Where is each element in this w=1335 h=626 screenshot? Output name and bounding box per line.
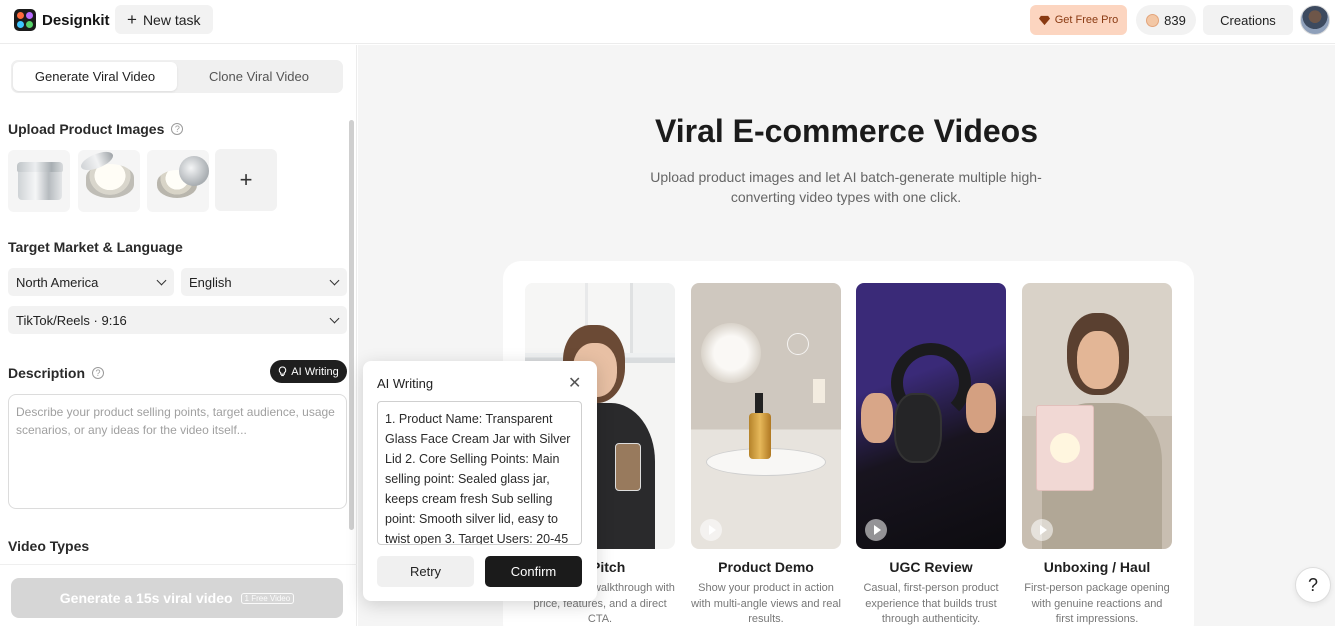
video-card-ugc-review[interactable]: UGC Review Casual, first-person product … <box>856 283 1006 626</box>
upload-section-title: Upload Product Images ? <box>8 121 184 137</box>
diamond-icon <box>1038 15 1050 25</box>
unboxing-preview <box>1022 283 1172 549</box>
product-image-thumbnail[interactable] <box>8 150 70 212</box>
page-subtitle: Upload product images and let AI batch-g… <box>650 169 1042 205</box>
description-section-title: Description ? <box>8 365 105 381</box>
bulb-icon <box>279 366 287 377</box>
language-select[interactable]: English <box>181 268 347 296</box>
avatar[interactable] <box>1300 5 1330 35</box>
upload-title-label: Upload Product Images <box>8 121 165 137</box>
ugc-review-preview <box>856 283 1006 549</box>
ai-writing-textarea[interactable]: 1. Product Name: Transparent Glass Face … <box>377 401 582 545</box>
brand-name: Designkit <box>42 11 110 29</box>
new-task-label: New task <box>142 11 201 28</box>
cream-jar-image <box>157 156 209 198</box>
get-free-pro-button[interactable]: Get Free Pro <box>1030 5 1127 35</box>
credits-count: 839 <box>1164 12 1186 28</box>
divider <box>0 564 357 565</box>
left-panel: Generate Viral Video Clone Viral Video U… <box>0 45 357 626</box>
card-description: Casual, first-person product experience … <box>863 582 999 625</box>
cream-jar-image <box>17 162 63 200</box>
coin-icon <box>1146 13 1160 27</box>
video-card-unboxing-haul[interactable]: Unboxing / Haul First-person package ope… <box>1022 283 1172 626</box>
confirm-button[interactable]: Confirm <box>485 556 582 587</box>
card-title: Product Demo <box>718 559 814 575</box>
tab-clone-viral-video[interactable]: Clone Viral Video <box>177 62 341 91</box>
product-image-thumbnail[interactable] <box>147 150 209 212</box>
play-icon[interactable] <box>865 519 887 541</box>
generate-video-button[interactable]: Generate a 15s viral video 1 Free Video <box>11 578 343 618</box>
logo[interactable]: Designkit <box>14 9 110 31</box>
market-value: North America <box>16 274 99 290</box>
card-description: First-person package opening with genuin… <box>1024 582 1170 625</box>
top-bar: Designkit + New task Get Free Pro 839 Cr… <box>0 0 1335 44</box>
market-select[interactable]: North America <box>8 268 174 296</box>
product-demo-preview <box>691 283 841 549</box>
tab-generate-viral-video[interactable]: Generate Viral Video <box>13 62 177 91</box>
video-type-cards: ct Pitch mera product walkthrough with p… <box>503 261 1194 626</box>
video-card-product-demo[interactable]: Product Demo Show your product in action… <box>691 283 841 626</box>
card-title: UGC Review <box>889 559 973 575</box>
chevron-down-icon <box>329 275 340 285</box>
mode-tabs: Generate Viral Video Clone Viral Video <box>11 60 343 93</box>
page-title: Viral E-commerce Videos <box>654 113 1038 149</box>
scrollbar[interactable] <box>349 120 354 530</box>
close-icon[interactable]: ✕ <box>568 373 581 393</box>
creations-button[interactable]: Creations <box>1203 5 1293 35</box>
video-types-title: Video Types <box>8 538 90 554</box>
chevron-down-icon <box>156 275 167 285</box>
new-task-button[interactable]: + New task <box>115 5 213 34</box>
ai-writing-label: AI Writing <box>291 365 339 378</box>
card-description: Show your product in action with multi-a… <box>691 582 841 625</box>
credits-badge[interactable]: 839 <box>1136 5 1196 35</box>
description-title-label: Description <box>8 365 86 381</box>
chevron-down-icon <box>329 313 340 323</box>
ai-writing-button[interactable]: AI Writing <box>270 360 347 383</box>
retry-button[interactable]: Retry <box>377 556 474 587</box>
play-icon[interactable] <box>700 519 722 541</box>
plus-icon: + <box>239 167 253 192</box>
generate-label: Generate a 15s viral video <box>59 590 233 606</box>
description-input[interactable]: Describe your product selling points, ta… <box>8 394 347 509</box>
help-button[interactable]: ? <box>1295 567 1331 603</box>
platform-value: TikTok/Reels · 9:16 <box>16 312 127 328</box>
play-icon[interactable] <box>1031 519 1053 541</box>
card-title: Unboxing / Haul <box>1043 559 1151 575</box>
platform-select[interactable]: TikTok/Reels · 9:16 <box>8 306 347 334</box>
add-image-button[interactable]: + <box>215 149 277 211</box>
cream-jar-image <box>86 164 134 198</box>
free-video-badge: 1 Free Video <box>240 592 295 604</box>
ai-writing-popup: AI Writing ✕ 1. Product Name: Transparen… <box>363 361 597 601</box>
help-circle-icon[interactable]: ? <box>171 123 184 135</box>
target-market-title: Target Market & Language <box>8 239 183 255</box>
product-image-thumbnail[interactable] <box>78 150 140 212</box>
help-circle-icon[interactable]: ? <box>92 367 105 379</box>
language-value: English <box>189 274 232 290</box>
designkit-logo-icon <box>14 9 36 31</box>
plus-icon: + <box>127 10 137 29</box>
get-free-pro-label: Get Free Pro <box>1054 14 1119 26</box>
popup-title: AI Writing <box>377 376 434 391</box>
